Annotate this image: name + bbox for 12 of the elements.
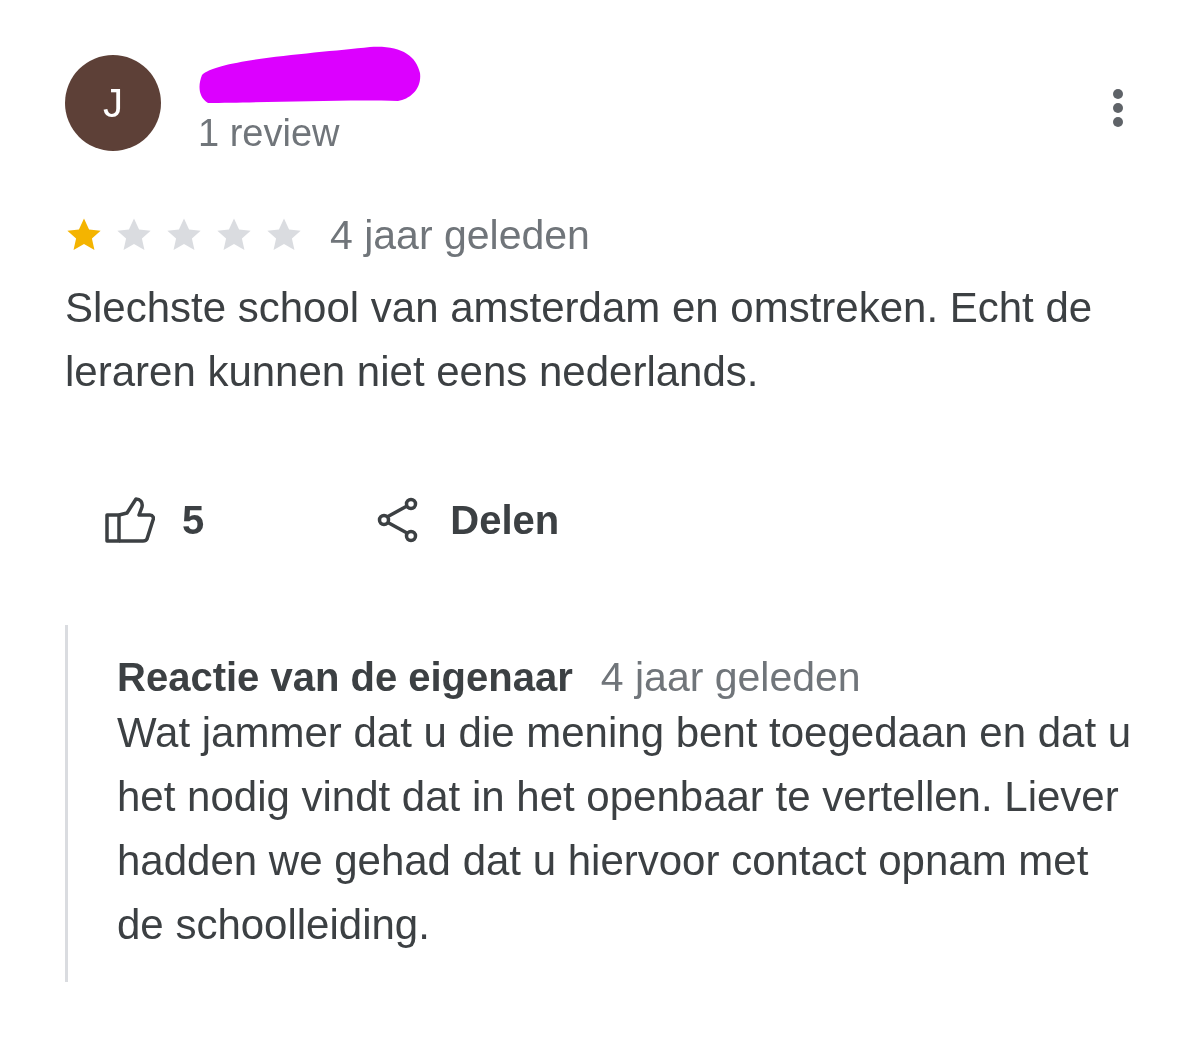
more-options-icon[interactable]: [1112, 88, 1124, 128]
review-text: Slechste school van amsterdam en omstreken. Echt de leraren kunnen niet eens nederlands.: [65, 283, 1094, 397]
thumbs-up-icon: [105, 497, 155, 543]
like-button[interactable]: 5: [100, 495, 210, 545]
reply-text: Wat jammer dat u die mening bent toegedaan en dat u het nodig vindt dat in het openbaar te vertellen. Liever hadden we gehad dat u hiervoor contact opnam met de schoolleiding.: [117, 708, 1133, 950]
review-count[interactable]: 1 review: [198, 113, 340, 153]
reply-date: 4 jaar geleden: [600, 653, 861, 701]
review-date: 4 jaar geleden: [330, 211, 590, 259]
avatar-initial: J: [65, 55, 161, 151]
share-button[interactable]: Delen: [372, 495, 565, 545]
reply-title: Reactie van de eigenaar: [117, 654, 573, 701]
share-icon: [377, 497, 420, 543]
